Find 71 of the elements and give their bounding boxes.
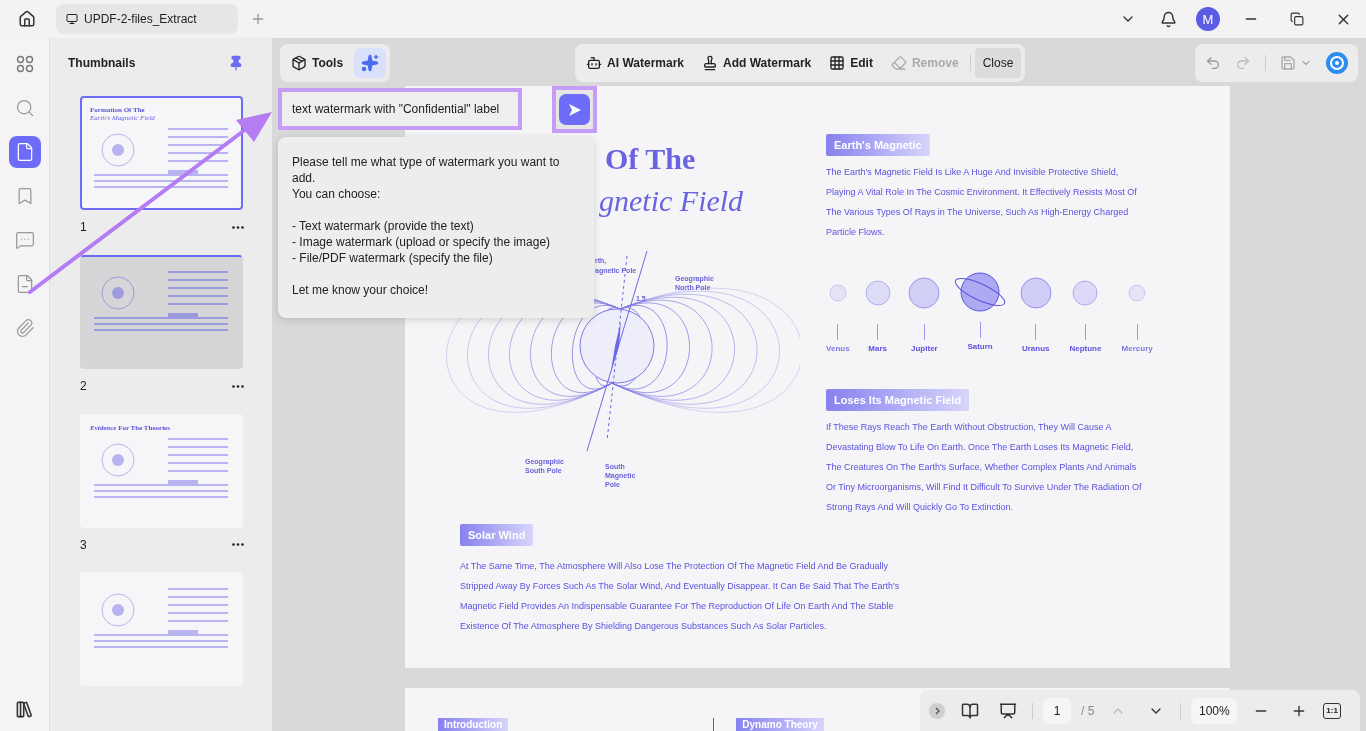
planet-name: Uranus [1021, 344, 1050, 353]
section-heading: Introduction [438, 718, 509, 731]
search-icon [14, 98, 35, 118]
document-tab[interactable]: UPDF-2-files_Extract [56, 4, 238, 34]
page-number-field[interactable]: 1 [1043, 697, 1071, 724]
planet-icon [864, 280, 891, 306]
section-text: If These Rays Reach The Earth Without Obstruction, They Will Cause A Devastating Blow To Life On Earth. Once The Earth Loses Its Magnetic Field, The Creatures On The Earth's Surface, Whether Complex Plants And Animals Or Tiny Microorganisms, Will Find It Difficult To Survive Under The Radiation Of Strong Rays And Will Quickly Go To Extinction. [826, 421, 1143, 514]
stamp-icon [702, 55, 719, 71]
planet-name: Mars [868, 344, 887, 353]
toolbox-icon [291, 55, 307, 71]
planet-name: Mercury [1121, 344, 1153, 353]
pin-icon[interactable] [228, 55, 244, 72]
assistant-reply: Please tell me what type of watermark you want to add. You can choose: - Text watermark (provide the text) - Image watermark (upload or specify the image) - File/PDF watermark (specify the file) Let me know your choice! [292, 154, 561, 298]
document-title: Of The [605, 141, 696, 177]
planet-icon [828, 284, 847, 302]
page-number: 2 [80, 379, 87, 394]
monitor-icon [66, 13, 78, 25]
apps-icon [15, 55, 34, 73]
more-icon[interactable] [232, 543, 244, 547]
toolbar-button[interactable]: Edit [822, 48, 880, 78]
section-heading: Earth's Magnetic [826, 134, 930, 156]
more-icon[interactable] [232, 384, 244, 388]
planet-name: Jupiter [911, 344, 938, 353]
planet-icon [1072, 280, 1099, 306]
paperclip-icon [14, 318, 35, 338]
robot-icon [586, 55, 603, 71]
toolbar-button[interactable]: Add Watermark [695, 48, 819, 78]
planet-name: Neptune [1069, 344, 1102, 353]
section-heading: Loses Its Magnetic Field [826, 389, 970, 411]
eraser-icon [890, 55, 907, 71]
comment-icon [14, 230, 35, 250]
restore-icon[interactable] [1290, 12, 1304, 26]
planet-icon [908, 277, 941, 309]
page-total: / 5 [1081, 703, 1095, 718]
page-number: 3 [80, 537, 87, 552]
prompt-field[interactable]: text watermark with "Confidential" label [278, 88, 522, 130]
zoom-field[interactable]: 100% [1191, 697, 1238, 724]
planet-icon [1019, 277, 1052, 309]
section-text: At The Same Time, The Atmosphere Will Also Lose The Protection Of The Magnetic Field And Be Gradually Stripped Away By Forces Such As The Solar Wind, And Eventually Disappear. It Can Be Said That The Earth's Magnetic Field Provides An Indispensable Guarantee For The Reproduction Of Life On Earth And The Stable Existence Of The Atmosphere By Shielding Dangerous Substances Such As Solar Particles. [460, 560, 901, 633]
home-icon[interactable] [18, 10, 36, 28]
close-button[interactable]: Close [974, 48, 1022, 78]
book-icon[interactable] [961, 701, 979, 720]
ai-assistant-button[interactable] [354, 48, 387, 78]
bell-icon[interactable] [1159, 10, 1177, 28]
actual-size-button[interactable]: 1:1 [1323, 702, 1341, 719]
planet-name: Venus [826, 344, 850, 353]
sparkle-icon [361, 54, 380, 72]
assistant-logo-icon[interactable] [1326, 52, 1348, 74]
document-title: gnetic Field [599, 183, 744, 219]
more-icon[interactable] [232, 225, 244, 229]
panel-title: Thumbnails [68, 56, 136, 71]
page-thumbnail[interactable] [80, 572, 243, 687]
section-text: The Earth's Magnetic Field Is Like A Huge And Invisible Protective Shield, Playing A Vital Role In The Cosmic Environment. It Effectively Resists Most Of The Various Types Of Rays in The Universe, Such As High-Energy Charged Particle Flows. [826, 166, 1138, 239]
grid-icon [829, 55, 846, 71]
library-icon[interactable] [15, 699, 34, 719]
undo-icon[interactable] [1205, 55, 1221, 71]
section-heading: Solar Wind [460, 524, 534, 546]
send-button[interactable] [552, 86, 597, 133]
sidebar-tab[interactable] [8, 136, 41, 168]
chevron-right-icon[interactable] [929, 702, 945, 719]
toolbar-button[interactable]: AI Watermark [579, 48, 692, 78]
save-icon[interactable] [1280, 55, 1296, 71]
user-avatar[interactable]: M [1196, 7, 1220, 31]
presentation-icon[interactable] [999, 701, 1017, 720]
add-tab-icon[interactable] [250, 11, 266, 27]
planet-name: Saturn [967, 342, 993, 351]
send-icon [567, 102, 582, 117]
page-thumbnail[interactable] [80, 255, 243, 370]
planet-icon [1128, 284, 1147, 302]
section-heading: Dynamo Theory [736, 718, 824, 731]
page-number: 1 [80, 220, 87, 235]
